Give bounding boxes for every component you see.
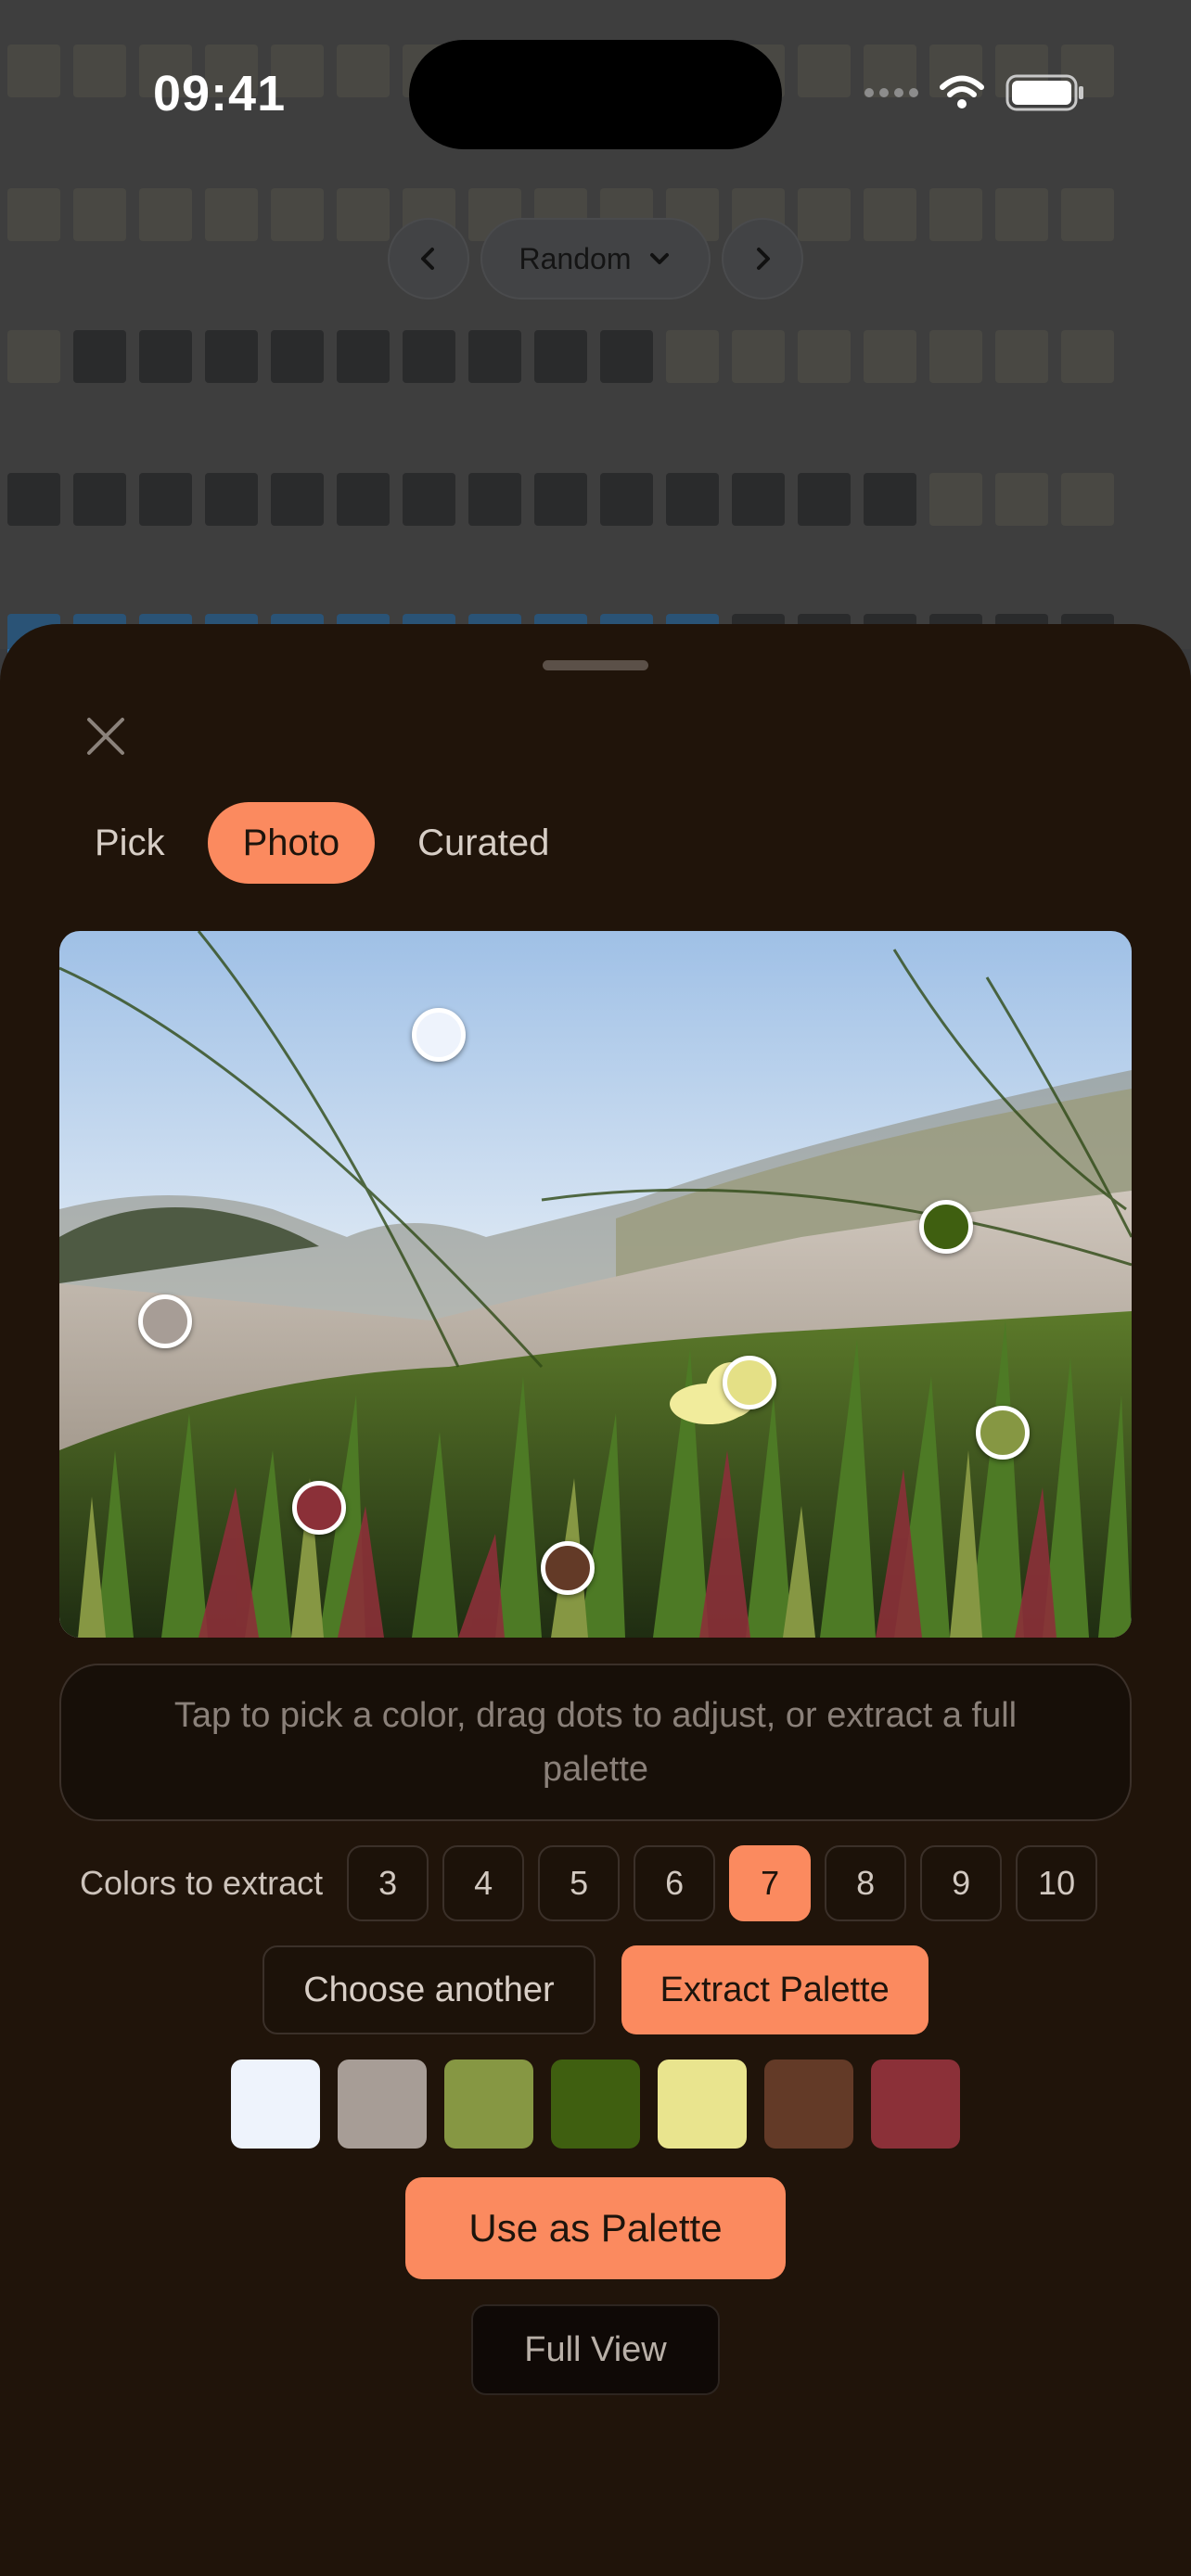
photo-canvas[interactable] bbox=[59, 931, 1132, 1638]
status-time: 09:41 bbox=[153, 66, 287, 121]
picker-dot[interactable] bbox=[919, 1200, 973, 1254]
status-icons bbox=[864, 74, 1085, 111]
chevron-down-icon bbox=[650, 253, 670, 264]
cellular-signal-icon bbox=[864, 88, 918, 97]
tab-pick[interactable]: Pick bbox=[59, 802, 200, 884]
app-screen: Random 09:41 Pick Photo Curated Tap to p… bbox=[0, 0, 1191, 2576]
status-bar: 09:41 bbox=[0, 0, 1191, 185]
extract-count-label: Colors to extract bbox=[80, 1864, 324, 1902]
wifi-icon bbox=[940, 75, 984, 108]
palette-swatch[interactable] bbox=[871, 2060, 960, 2149]
chevron-right-icon bbox=[757, 248, 771, 270]
picker-dot[interactable] bbox=[723, 1356, 776, 1409]
count-option[interactable]: 3 bbox=[347, 1845, 429, 1921]
full-view-button[interactable]: Full View bbox=[471, 2304, 720, 2395]
next-button[interactable] bbox=[722, 218, 804, 300]
picker-dot[interactable] bbox=[138, 1294, 192, 1348]
palette-swatches bbox=[0, 2060, 1191, 2149]
prev-button[interactable] bbox=[387, 218, 469, 300]
count-option[interactable]: 6 bbox=[634, 1845, 716, 1921]
palette-swatch[interactable] bbox=[764, 2060, 853, 2149]
palette-swatch[interactable] bbox=[551, 2060, 640, 2149]
picker-dot[interactable] bbox=[292, 1481, 346, 1535]
choose-another-button[interactable]: Choose another bbox=[263, 1945, 596, 2034]
extract-count-row: Colors to extract 3 4 5 6 7 8 9 10 bbox=[80, 1845, 1098, 1921]
source-tabs: Pick Photo Curated bbox=[59, 802, 584, 884]
tab-photo[interactable]: Photo bbox=[207, 802, 376, 884]
chevron-left-icon bbox=[420, 248, 434, 270]
picker-dot[interactable] bbox=[412, 1008, 466, 1062]
photo-palette-sheet: Pick Photo Curated Tap to pick a color, … bbox=[0, 624, 1191, 2576]
sheet-grabber[interactable] bbox=[543, 660, 648, 670]
tab-curated[interactable]: Curated bbox=[382, 802, 584, 884]
count-option[interactable]: 4 bbox=[442, 1845, 525, 1921]
mode-select-label: Random bbox=[519, 241, 632, 275]
close-icon bbox=[87, 718, 124, 755]
extract-palette-button[interactable]: Extract Palette bbox=[621, 1945, 928, 2034]
count-option-selected[interactable]: 7 bbox=[729, 1845, 812, 1921]
palette-swatch[interactable] bbox=[231, 2060, 320, 2149]
close-button[interactable] bbox=[78, 708, 134, 764]
count-option[interactable]: 10 bbox=[1016, 1845, 1098, 1921]
background-nav: Random bbox=[0, 218, 1191, 300]
hint-text: Tap to pick a color, drag dots to adjust… bbox=[59, 1664, 1132, 1821]
palette-swatch[interactable] bbox=[444, 2060, 533, 2149]
count-option[interactable]: 5 bbox=[538, 1845, 621, 1921]
photo-image bbox=[59, 931, 1132, 1638]
picker-dot[interactable] bbox=[541, 1541, 595, 1595]
palette-swatch[interactable] bbox=[658, 2060, 747, 2149]
palette-swatch[interactable] bbox=[338, 2060, 427, 2149]
count-option[interactable]: 8 bbox=[825, 1845, 907, 1921]
dynamic-island bbox=[409, 40, 782, 149]
count-option[interactable]: 9 bbox=[920, 1845, 1003, 1921]
battery-icon bbox=[1005, 74, 1083, 111]
picker-dot[interactable] bbox=[976, 1406, 1030, 1460]
action-buttons: Choose another Extract Palette bbox=[0, 1945, 1191, 2034]
mode-select[interactable]: Random bbox=[480, 218, 711, 300]
extract-count-options: 3 4 5 6 7 8 9 10 bbox=[347, 1845, 1098, 1921]
use-as-palette-button[interactable]: Use as Palette bbox=[405, 2177, 786, 2279]
